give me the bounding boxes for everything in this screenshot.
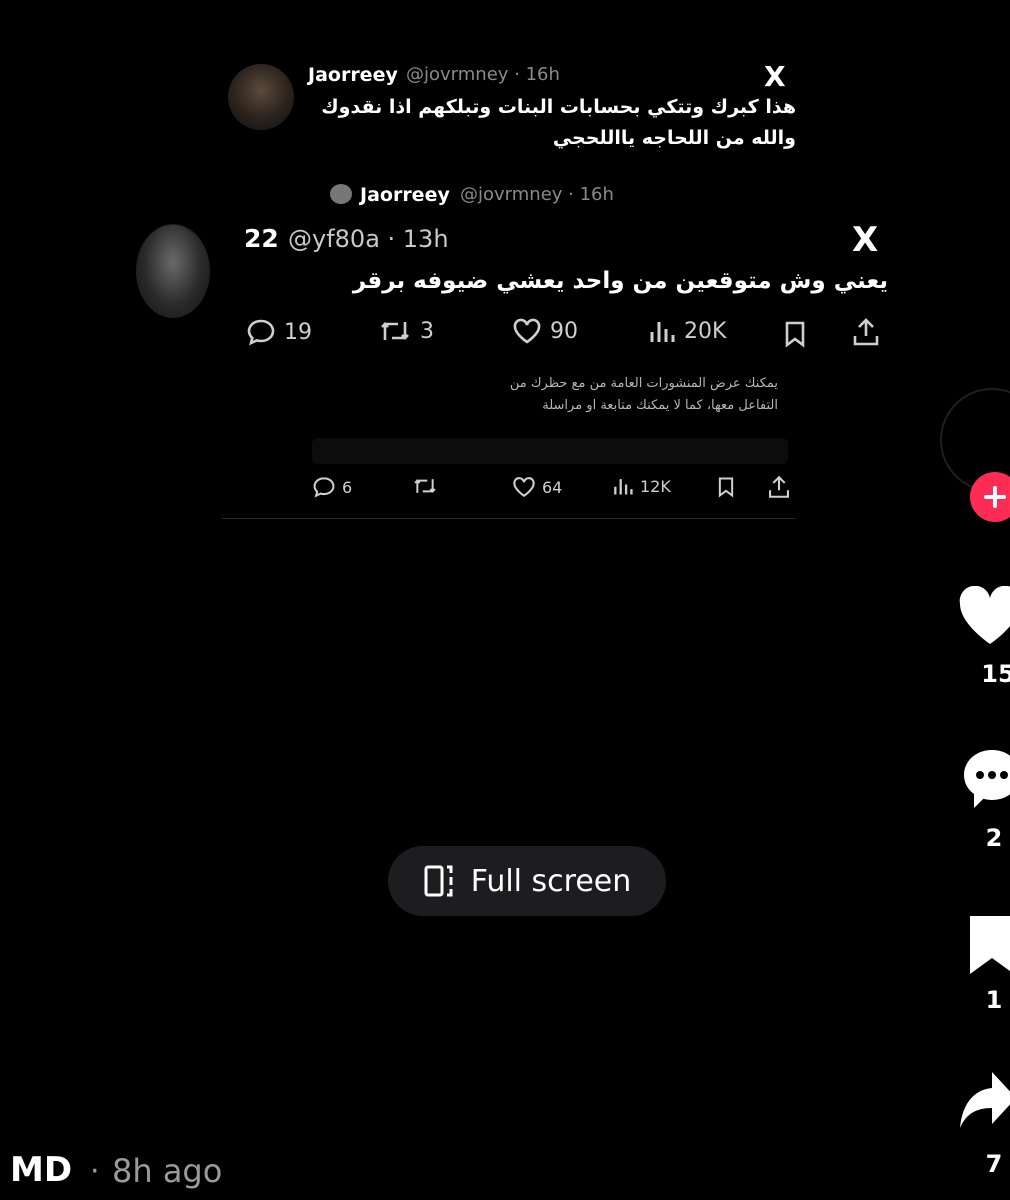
reply-count: 19 [284,319,312,345]
tweet-avatar [228,64,294,130]
like-button[interactable] [958,585,1010,652]
like-count: 90 [550,318,578,344]
notice-box [312,438,788,464]
repost-icon [414,479,436,493]
bookmark-icon [970,916,1010,974]
fullscreen-icon [424,865,453,897]
fullscreen-button[interactable]: Full screen [388,846,666,916]
heart-icon [513,477,535,498]
bookmark-icon [782,320,808,352]
reply-handle-time: @yf80a · 13h [288,225,449,253]
repost-action: 3 [378,318,434,344]
x-logo-icon: X [852,220,879,260]
reply-text: يعني وش متوقعين من واحد يعشي ضيوفه برقر [352,268,888,294]
heart-icon [513,318,541,344]
like-action: 90 [512,318,578,344]
like-action: 64 [512,476,562,498]
share-button[interactable] [958,1068,1010,1142]
tweet-handle-time: @jovrmney · 16h [406,64,560,85]
quoted-author-name: Jaorreey [360,184,450,206]
like-count: 64 [542,477,563,497]
bookmark-icon [716,476,736,502]
repost-icon [381,322,409,340]
fullscreen-label: Full screen [470,863,632,899]
tweet-text-line: والله من اللحاجه يااللحجي [552,127,796,149]
comment-button[interactable] [960,746,1010,816]
share-icon [766,474,792,504]
reply-action: 19 [246,318,312,346]
separator-dot: · [90,1154,100,1189]
views-count: 20K [684,318,727,344]
like-count: 15 [981,660,1010,688]
plus-icon [984,486,1006,508]
tweet-author-name: Jaorreey [308,64,398,86]
views-icon [614,479,633,495]
comment-count: 2 [985,824,1003,852]
reply-author-name: 22 [244,224,279,253]
post-author[interactable]: MD [10,1150,72,1190]
follow-button[interactable] [970,472,1010,522]
reply-count: 6 [342,477,353,497]
reply-avatar [136,224,210,318]
bookmark-count: 1 [985,986,1003,1014]
share-count: 7 [985,1150,1003,1178]
divider [222,518,796,519]
x-logo-icon: X [764,60,786,93]
comment-icon [247,319,275,346]
repost-action [412,476,438,496]
blocked-notice-line: يمكنك عرض المنشورات العامة من مع حظرك من [509,376,778,391]
reply-action: 6 [312,476,352,498]
comment-icon [313,477,335,498]
bookmark-button[interactable] [966,912,1010,982]
comment-bubble-icon [964,750,1010,808]
share-arrow-icon [960,1072,1010,1128]
views-action: 12K [612,476,671,496]
repost-count: 3 [420,318,434,344]
quoted-handle-time: @jovrmney · 16h [460,184,614,205]
share-icon [850,316,882,352]
tweet-text-line: هذا كبرك وتتكي بحسابات البنات وتبلكهم اذ… [321,96,796,118]
views-icon [650,322,675,342]
heart-icon [959,585,1010,644]
post-time: 8h ago [112,1152,223,1190]
quoted-avatar [330,184,352,204]
views-count: 12K [640,476,671,496]
views-action: 20K [648,318,726,344]
blocked-notice-line: التفاعل معها، كما لا يمكنك متابعة او مرا… [542,398,778,413]
